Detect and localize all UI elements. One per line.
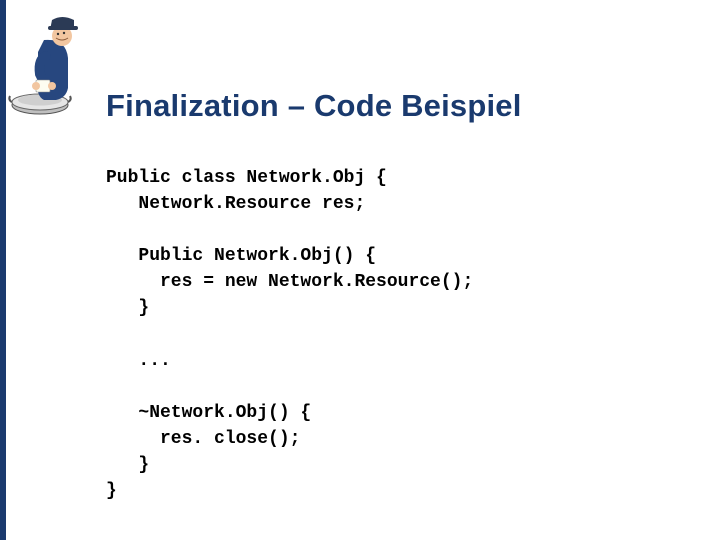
slide-title: Finalization – Code Beispiel (106, 88, 680, 124)
code-example: Public class Network.Obj { Network.Resou… (106, 165, 660, 504)
slide-logo (6, 0, 98, 130)
